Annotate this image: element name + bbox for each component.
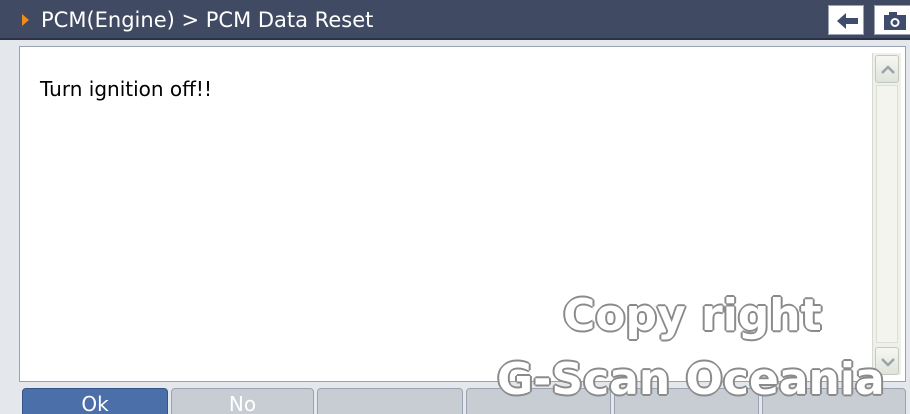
chevron-down-icon [881, 358, 895, 367]
breadcrumb: PCM(Engine) > PCM Data Reset [41, 8, 374, 32]
back-button[interactable] [828, 5, 864, 35]
scroll-down-button[interactable] [875, 347, 899, 375]
function-button-5[interactable] [614, 388, 759, 414]
message-panel: Turn ignition off!! [19, 46, 906, 382]
no-button[interactable]: No [171, 388, 314, 414]
camera-button[interactable] [874, 5, 910, 35]
chevron-up-icon [881, 65, 895, 74]
screen: PCM(Engine) > PCM Data Reset Turn igniti… [0, 0, 910, 414]
message-text: Turn ignition off!! [40, 77, 212, 101]
camera-icon [884, 12, 906, 30]
function-button-4[interactable] [466, 388, 611, 414]
title-bar: PCM(Engine) > PCM Data Reset [0, 0, 910, 40]
ok-button[interactable]: Ok [22, 388, 168, 414]
vertical-scrollbar[interactable] [872, 53, 901, 375]
breadcrumb-arrow-icon [22, 14, 29, 26]
function-button-6[interactable] [762, 388, 906, 414]
scroll-up-button[interactable] [875, 55, 899, 83]
back-arrow-icon [837, 13, 858, 29]
function-button-3[interactable] [317, 388, 463, 414]
scroll-track[interactable] [876, 85, 898, 343]
